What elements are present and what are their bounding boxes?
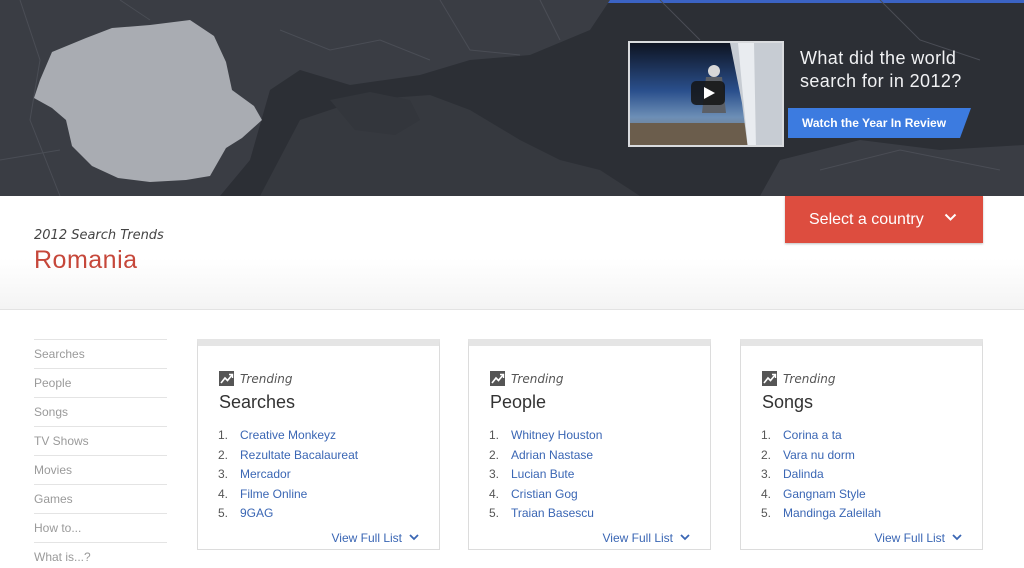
trend-list: 1. Whitney Houston 2. Adrian Nastase 3. Luc…: [489, 426, 602, 524]
list-item: 4. Filme Online: [218, 486, 308, 501]
card-title: Songs: [762, 392, 814, 412]
trend-link[interactable]: Vara nu dorm: [783, 448, 855, 462]
trend-card-songs: Trending Songs 1. Corina a ta 2. Vara nu d…: [740, 339, 983, 550]
trend-link[interactable]: Rezultate Bacalaureat: [240, 448, 358, 462]
view-full-list-button[interactable]: View Full List: [603, 531, 690, 545]
list-item: 1. Creative Monkeyz: [218, 428, 337, 442]
card-kicker: Trending: [511, 372, 564, 386]
chevron-down-icon: [944, 213, 957, 221]
list-item: 3. Lucian Bute: [489, 467, 575, 481]
view-full-list-button[interactable]: View Full List: [875, 531, 962, 545]
sidebar-item-how-to[interactable]: How to...: [34, 513, 167, 542]
chevron-down-icon: [680, 534, 690, 541]
year-in-review-video-thumbnail[interactable]: [628, 41, 784, 147]
trend-card-people: Trending People 1. Whitney Houston 2. Adri…: [468, 339, 711, 550]
trend-link[interactable]: Lucian Bute: [511, 467, 574, 481]
select-country-button[interactable]: Select a country: [785, 196, 983, 243]
page-subtitle: 2012 Search Trends: [34, 228, 164, 243]
list-item: 4. Cristian Gog: [489, 486, 578, 501]
hero-question: What did the world search for in 2012?: [800, 48, 962, 91]
view-full-list-button[interactable]: View Full List: [332, 531, 419, 545]
trend-link[interactable]: Traian Basescu: [511, 506, 594, 520]
chevron-down-icon: [952, 534, 962, 541]
chevron-down-icon: [409, 534, 419, 541]
trend-link[interactable]: 9GAG: [240, 506, 273, 520]
select-country-label: Select a country: [809, 211, 924, 228]
sidebar-item-people[interactable]: People: [34, 368, 167, 397]
watch-year-in-review-button[interactable]: Watch the Year In Review: [788, 108, 971, 138]
card-kicker: Trending: [783, 372, 836, 386]
trend-link[interactable]: Filme Online: [240, 487, 307, 501]
hero-banner: What did the world search for in 2012? W…: [0, 0, 1024, 196]
sidebar-item-games[interactable]: Games: [34, 484, 167, 513]
page-title: Romania: [34, 246, 138, 274]
sidebar-item-tv-shows[interactable]: TV Shows: [34, 426, 167, 455]
play-icon[interactable]: [691, 81, 725, 105]
sidebar-item-searches[interactable]: Searches: [34, 339, 167, 368]
trending-icon: [490, 371, 505, 386]
list-item: 2. Adrian Nastase: [489, 447, 594, 462]
world-map: [0, 0, 1024, 196]
category-sidebar: Searches People Songs TV Shows Movies Ga…: [34, 339, 167, 568]
list-item: 2. Vara nu dorm: [761, 447, 855, 462]
page-header: 2012 Search Trends Romania Select a coun…: [0, 196, 1024, 310]
sidebar-item-what-is[interactable]: What is...?: [34, 542, 167, 568]
trend-link[interactable]: Cristian Gog: [511, 487, 578, 501]
trending-icon: [219, 371, 234, 386]
list-item: 1. Whitney Houston: [489, 428, 603, 442]
trend-link[interactable]: Dalinda: [783, 467, 824, 481]
trend-list: 1. Creative Monkeyz 2. Rezultate Bacalaure…: [218, 426, 358, 524]
trend-link[interactable]: Mandinga Zaleilah: [783, 506, 881, 520]
list-item: 3. Mercador: [218, 467, 291, 481]
card-title: Searches: [219, 392, 296, 412]
trend-link[interactable]: Mercador: [240, 467, 291, 481]
trend-link[interactable]: Creative Monkeyz: [240, 428, 336, 442]
card-title: People: [490, 392, 547, 412]
list-item: 1. Corina a ta: [761, 428, 842, 442]
trend-card-searches: Trending Searches 1. Creative Monkeyz 2. R…: [197, 339, 440, 550]
trend-link[interactable]: Adrian Nastase: [511, 448, 593, 462]
list-item: 5. Mandinga Zaleilah: [761, 506, 882, 520]
trend-link[interactable]: Whitney Houston: [511, 428, 602, 442]
sidebar-item-movies[interactable]: Movies: [34, 455, 167, 484]
list-item: 4. Gangnam Style: [761, 486, 866, 501]
list-item: 5. Traian Basescu: [489, 506, 594, 520]
sidebar-item-songs[interactable]: Songs: [34, 397, 167, 426]
trend-list: 1. Corina a ta 2. Vara nu dorm 3. Dalinda 4…: [761, 426, 881, 524]
trending-icon: [762, 371, 777, 386]
list-item: 2. Rezultate Bacalaureat: [218, 447, 359, 462]
list-item: 3. Dalinda: [761, 467, 824, 481]
card-kicker: Trending: [240, 372, 293, 386]
trend-link[interactable]: Corina a ta: [783, 428, 842, 442]
list-item: 5. 9GAG: [218, 506, 274, 520]
trend-link[interactable]: Gangnam Style: [783, 487, 866, 501]
